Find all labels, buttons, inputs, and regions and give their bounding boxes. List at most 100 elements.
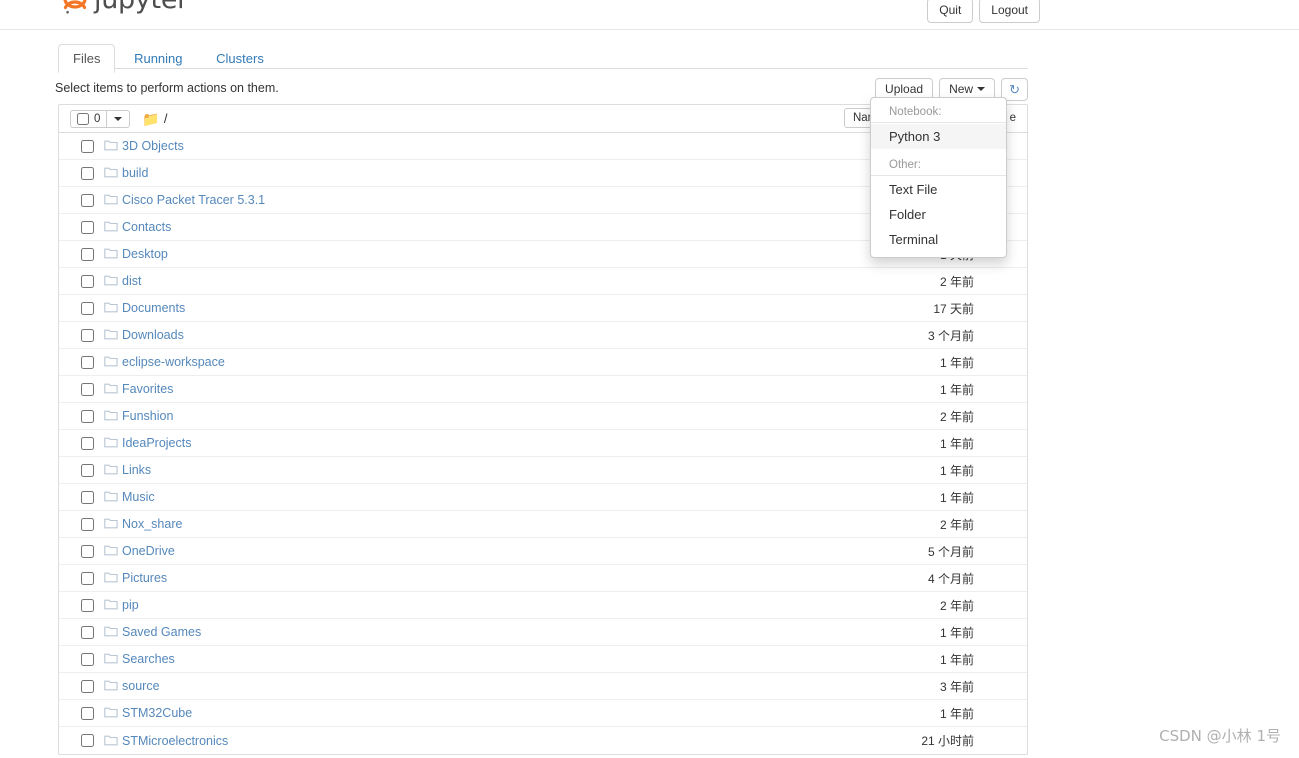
table-row[interactable]: Documents 17 天前 — [59, 295, 1027, 322]
row-checkbox[interactable] — [81, 193, 94, 207]
row-checkbox[interactable] — [81, 301, 94, 315]
row-checkbox[interactable] — [81, 490, 94, 504]
menu-item-terminal[interactable]: Terminal — [871, 227, 1006, 252]
row-checkbox[interactable] — [81, 544, 94, 558]
file-name-link[interactable]: Saved Games — [122, 625, 201, 639]
file-name-link[interactable]: Links — [122, 463, 151, 477]
table-row[interactable]: Nox_share 2 年前 — [59, 511, 1027, 538]
selected-count: 0 — [94, 112, 101, 125]
selection-menu-button[interactable] — [106, 109, 131, 128]
table-row[interactable]: Links 1 年前 — [59, 457, 1027, 484]
folder-icon — [104, 490, 119, 504]
row-checkbox[interactable] — [81, 571, 94, 585]
row-checkbox[interactable] — [81, 517, 94, 531]
row-checkbox[interactable] — [81, 679, 94, 693]
table-row[interactable]: dist 2 年前 — [59, 268, 1027, 295]
row-checkbox[interactable] — [81, 139, 94, 153]
file-name-link[interactable]: Cisco Packet Tracer 5.3.1 — [122, 193, 265, 207]
file-name-link[interactable]: STM32Cube — [122, 706, 192, 720]
tab-clusters[interactable]: Clusters — [201, 44, 279, 72]
folder-icon — [104, 706, 119, 720]
quit-button[interactable]: Quit — [927, 0, 974, 24]
file-name-link[interactable]: Contacts — [122, 220, 171, 234]
menu-item-folder[interactable]: Folder — [871, 202, 1006, 227]
file-name-link[interactable]: OneDrive — [122, 544, 175, 558]
logout-button[interactable]: Logout — [979, 0, 1040, 24]
tab-running[interactable]: Running — [119, 44, 197, 72]
table-row[interactable]: pip 2 年前 — [59, 592, 1027, 619]
row-checkbox[interactable] — [81, 734, 94, 747]
breadcrumb-path[interactable]: / — [164, 111, 168, 126]
jupyter-brand[interactable]: jupyter — [62, 0, 188, 15]
jupyter-planet-logo-icon — [62, 0, 88, 15]
table-row[interactable]: Pictures 4 个月前 — [59, 565, 1027, 592]
row-checkbox[interactable] — [81, 220, 94, 234]
row-checkbox[interactable] — [81, 625, 94, 639]
file-name-link[interactable]: dist — [122, 274, 141, 288]
file-name-link[interactable]: Pictures — [122, 571, 167, 585]
file-name-link[interactable]: Music — [122, 490, 155, 504]
folder-icon — [104, 328, 119, 342]
file-modified-time: 3 年前 — [939, 679, 974, 694]
row-checkbox[interactable] — [81, 706, 94, 720]
menu-item-text-file[interactable]: Text File — [871, 177, 1006, 202]
row-checkbox[interactable] — [81, 274, 94, 288]
table-row[interactable]: STMicroelectronics 21 小时前 — [59, 727, 1027, 754]
row-checkbox[interactable] — [81, 355, 94, 369]
file-name-link[interactable]: 3D Objects — [122, 139, 184, 153]
select-all-checkbox[interactable] — [77, 112, 89, 125]
row-checkbox[interactable] — [81, 409, 94, 423]
file-name-link[interactable]: build — [122, 166, 148, 180]
file-name-link[interactable]: Downloads — [122, 328, 184, 342]
table-row[interactable]: OneDrive 5 个月前 — [59, 538, 1027, 565]
table-row[interactable]: Funshion 2 年前 — [59, 403, 1027, 430]
file-modified-time: 2 年前 — [939, 274, 974, 289]
folder-icon — [104, 274, 119, 288]
file-modified-time: 2 年前 — [939, 409, 974, 424]
file-name-link[interactable]: Documents — [122, 301, 185, 315]
file-name-link[interactable]: Favorites — [122, 382, 173, 396]
table-row[interactable]: Downloads 3 个月前 — [59, 322, 1027, 349]
file-modified-time: 1 年前 — [939, 463, 974, 478]
file-modified-time: 1 年前 — [939, 490, 974, 505]
table-row[interactable]: source 3 年前 — [59, 673, 1027, 700]
folder-icon — [104, 166, 119, 180]
row-checkbox[interactable] — [81, 463, 94, 477]
tab-files[interactable]: Files — [58, 44, 116, 73]
file-name-link[interactable]: Desktop — [122, 247, 168, 261]
table-row[interactable]: Music 1 年前 — [59, 484, 1027, 511]
row-checkbox[interactable] — [81, 328, 94, 342]
file-name-link[interactable]: Funshion — [122, 409, 173, 423]
folder-icon — [104, 301, 119, 315]
table-row[interactable]: eclipse-workspace 1 年前 — [59, 349, 1027, 376]
file-modified-time: 1 年前 — [939, 382, 974, 397]
folder-icon — [104, 598, 119, 612]
select-all-checkbox-wrapper[interactable]: 0 — [70, 109, 107, 128]
row-checkbox[interactable] — [81, 436, 94, 450]
main-tabs: Files Running Clusters — [58, 44, 1028, 73]
file-name-link[interactable]: source — [122, 679, 160, 693]
file-name-link[interactable]: pip — [122, 598, 139, 612]
folder-icon — [104, 409, 119, 423]
file-name-link[interactable]: STMicroelectronics — [122, 734, 228, 748]
table-row[interactable]: IdeaProjects 1 年前 — [59, 430, 1027, 457]
row-checkbox[interactable] — [81, 166, 94, 180]
menu-item-python-3[interactable]: Python 3 — [871, 124, 1006, 149]
row-checkbox[interactable] — [81, 382, 94, 396]
file-name-link[interactable]: Searches — [122, 652, 175, 666]
folder-icon: 📁 — [142, 110, 160, 127]
table-row[interactable]: Searches 1 年前 — [59, 646, 1027, 673]
folder-icon — [104, 463, 119, 477]
table-row[interactable]: Saved Games 1 年前 — [59, 619, 1027, 646]
row-checkbox[interactable] — [81, 652, 94, 666]
file-name-link[interactable]: eclipse-workspace — [122, 355, 225, 369]
file-name-link[interactable]: Nox_share — [122, 517, 182, 531]
table-row[interactable]: Favorites 1 年前 — [59, 376, 1027, 403]
file-name-link[interactable]: IdeaProjects — [122, 436, 191, 450]
row-checkbox[interactable] — [81, 247, 94, 261]
table-row[interactable]: STM32Cube 1 年前 — [59, 700, 1027, 727]
select-items-hint: Select items to perform actions on them. — [55, 81, 279, 95]
folder-icon — [104, 193, 119, 207]
folder-icon — [104, 734, 119, 748]
row-checkbox[interactable] — [81, 598, 94, 612]
